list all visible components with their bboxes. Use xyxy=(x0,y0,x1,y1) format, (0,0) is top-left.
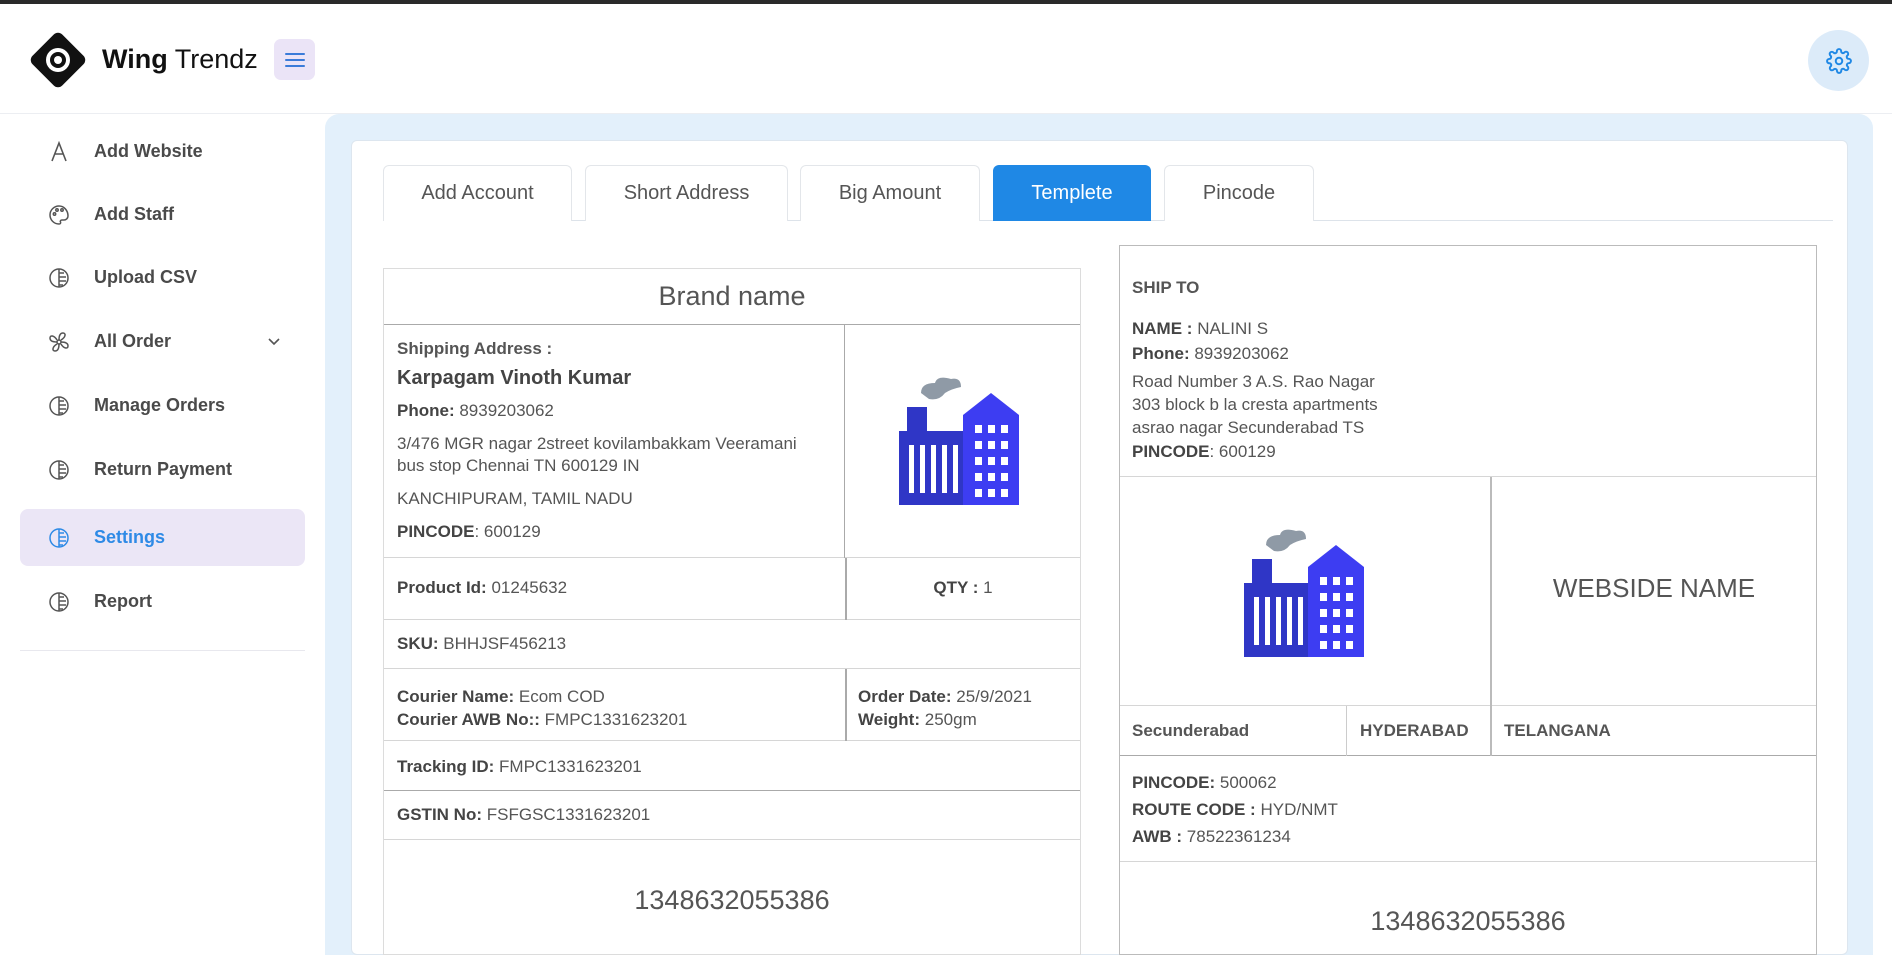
state: TELANGANA xyxy=(1504,721,1611,740)
sidebar-item-return-payment[interactable]: Return Payment xyxy=(20,441,305,498)
address-line-1: Road Number 3 A.S. Rao Nagar xyxy=(1132,372,1375,391)
brand-name: Wing Trendz xyxy=(102,44,258,74)
sidebar-item-label: All Order xyxy=(94,331,172,351)
top-header: Wing Trendz xyxy=(0,4,1892,114)
cell-divider xyxy=(1346,706,1347,756)
tab-bar: Add Account Short Address Big Amount Tem… xyxy=(383,165,1833,221)
sidebar-item-add-website[interactable]: Add Website xyxy=(20,123,305,180)
phone-line: Phone: 8939203062 xyxy=(397,401,554,420)
factory-icon xyxy=(899,377,1019,505)
address-row: Shipping Address : Karpagam Vinoth Kumar… xyxy=(384,325,1080,558)
sidebar-item-upload-csv[interactable]: Upload CSV xyxy=(20,249,305,306)
city: Secunderabad xyxy=(1132,721,1250,740)
cell-divider xyxy=(845,669,847,741)
route-row: PINCODE: 500062 ROUTE CODE : HYD/NMT AWB… xyxy=(1120,756,1816,862)
courier-row: Courier Name: Ecom COD Courier AWB No:: … xyxy=(384,669,1080,741)
sidebar-item-label: Upload CSV xyxy=(94,267,198,287)
sidebar-item-label: Return Payment xyxy=(94,459,233,479)
sidebar: Add Website Add Staff Upload CSV All Ord… xyxy=(0,114,325,955)
tab-add-account[interactable]: Add Account xyxy=(383,165,572,221)
tracking-row: Tracking ID: FMPC1331623201 xyxy=(384,741,1080,791)
product-id: Product Id: 01245632 xyxy=(397,578,568,597)
order-info: Order Date: 25/9/2021 Weight: 250gm xyxy=(858,685,1032,731)
ship-to-label: SHIP TO xyxy=(1132,278,1200,297)
circle-icon xyxy=(49,528,69,548)
sidebar-item-label: Manage Orders xyxy=(94,395,226,415)
qty: QTY : 1 xyxy=(933,578,993,597)
gstin-row: GSTIN No: FSFGSC1331623201 xyxy=(384,791,1080,840)
pincode-line: PINCODE: 600129 xyxy=(397,522,541,541)
tab-pincode[interactable]: Pincode xyxy=(1164,165,1314,221)
tracking-id: Tracking ID: FMPC1331623201 xyxy=(397,757,642,776)
circle-icon xyxy=(49,268,69,288)
city-row: Secunderabad HYDERABAD TELANGANA xyxy=(1120,706,1816,756)
sidebar-item-label: Add Staff xyxy=(94,204,174,224)
settings-button[interactable] xyxy=(1808,30,1869,91)
palette-icon xyxy=(49,205,69,225)
circle-icon xyxy=(49,592,69,612)
address-text: 3/476 MGR nagar 2street kovilambakkam Ve… xyxy=(397,434,797,475)
brand-name-row: Brand name xyxy=(384,269,1080,325)
sidebar-item-settings[interactable]: Settings xyxy=(20,509,305,566)
recipient-phone: Phone: 8939203062 xyxy=(1132,344,1289,363)
gstin: GSTIN No: FSFGSC1331623201 xyxy=(397,805,651,824)
tab-big-amount[interactable]: Big Amount xyxy=(800,165,980,221)
courier-name: Courier Name: Ecom COD xyxy=(397,687,605,706)
barcode-number: 1348632055386 xyxy=(1370,906,1566,936)
shipping-label-left: Brand name Shipping Address : Karpagam V… xyxy=(383,268,1081,955)
sidebar-item-manage-orders[interactable]: Manage Orders xyxy=(20,377,305,434)
district: HYDERABAD xyxy=(1360,721,1469,740)
route-code: ROUTE CODE : HYD/NMT xyxy=(1132,800,1338,819)
weight: Weight: 250gm xyxy=(858,710,977,729)
recipient-address: Road Number 3 A.S. Rao Nagar 303 block b… xyxy=(1132,370,1378,439)
circle-icon xyxy=(49,460,69,480)
awb-number: AWB : 78522361234 xyxy=(1132,827,1291,846)
ship-to-section: SHIP TO NAME : NALINI S Phone: 893920306… xyxy=(1120,246,1816,477)
sidebar-item-add-staff[interactable]: Add Staff xyxy=(20,186,305,243)
district-state: KANCHIPURAM, TAMIL NADU xyxy=(397,489,633,508)
hamburger-icon xyxy=(284,52,305,67)
courier-awb: Courier AWB No:: FMPC1331623201 xyxy=(397,710,688,729)
cell-divider xyxy=(1490,706,1492,756)
order-date: Order Date: 25/9/2021 xyxy=(858,687,1032,706)
product-row: Product Id: 01245632 QTY : 1 xyxy=(384,558,1080,620)
address-line-2: 303 block b la cresta apartments xyxy=(1132,395,1378,414)
recipient-pincode: PINCODE: 600129 xyxy=(1132,442,1276,461)
menu-toggle-button[interactable] xyxy=(274,39,315,80)
customer-name: Karpagam Vinoth Kumar xyxy=(397,367,632,389)
sidebar-item-label: Report xyxy=(94,591,152,611)
factory-icon xyxy=(1244,529,1364,657)
address-line-3: asrao nagar Secunderabad TS xyxy=(1132,418,1365,437)
font-icon xyxy=(51,141,67,162)
fan-icon xyxy=(49,332,69,352)
circle-icon xyxy=(49,396,69,416)
sidebar-item-report[interactable]: Report xyxy=(20,573,305,630)
sidebar-divider xyxy=(20,650,305,651)
brand-logo[interactable] xyxy=(28,30,88,90)
tab-short-address[interactable]: Short Address xyxy=(585,165,788,221)
courier-info: Courier Name: Ecom COD Courier AWB No:: … xyxy=(397,685,687,731)
recipient-name: NAME : NALINI S xyxy=(1132,319,1269,338)
address-cell: Shipping Address : Karpagam Vinoth Kumar… xyxy=(384,325,845,558)
barcode-number: 1348632055386 xyxy=(634,885,830,915)
sidebar-item-label: Add Website xyxy=(94,141,203,161)
sidebar-item-all-order[interactable]: All Order xyxy=(20,313,305,370)
sku-row: SKU: BHHJSF456213 xyxy=(384,620,1080,669)
sidebar-item-label: Settings xyxy=(94,527,166,547)
sku: SKU: BHHJSF456213 xyxy=(397,634,567,653)
chevron-down-icon xyxy=(268,338,280,346)
shipping-address-label: Shipping Address : xyxy=(397,339,553,358)
tab-templete[interactable]: Templete xyxy=(993,165,1151,221)
shipping-label-right: SHIP TO NAME : NALINI S Phone: 893920306… xyxy=(1119,245,1817,955)
route-pincode: PINCODE: 500062 xyxy=(1132,773,1277,792)
route-info: PINCODE: 500062 ROUTE CODE : HYD/NMT AWB… xyxy=(1132,769,1338,850)
logo-website-row: WEBSIDE NAME xyxy=(1120,477,1816,706)
gear-icon xyxy=(1825,47,1852,74)
website-name: WEBSIDE NAME xyxy=(1552,573,1756,603)
brand-name-text: Brand name xyxy=(658,281,806,311)
